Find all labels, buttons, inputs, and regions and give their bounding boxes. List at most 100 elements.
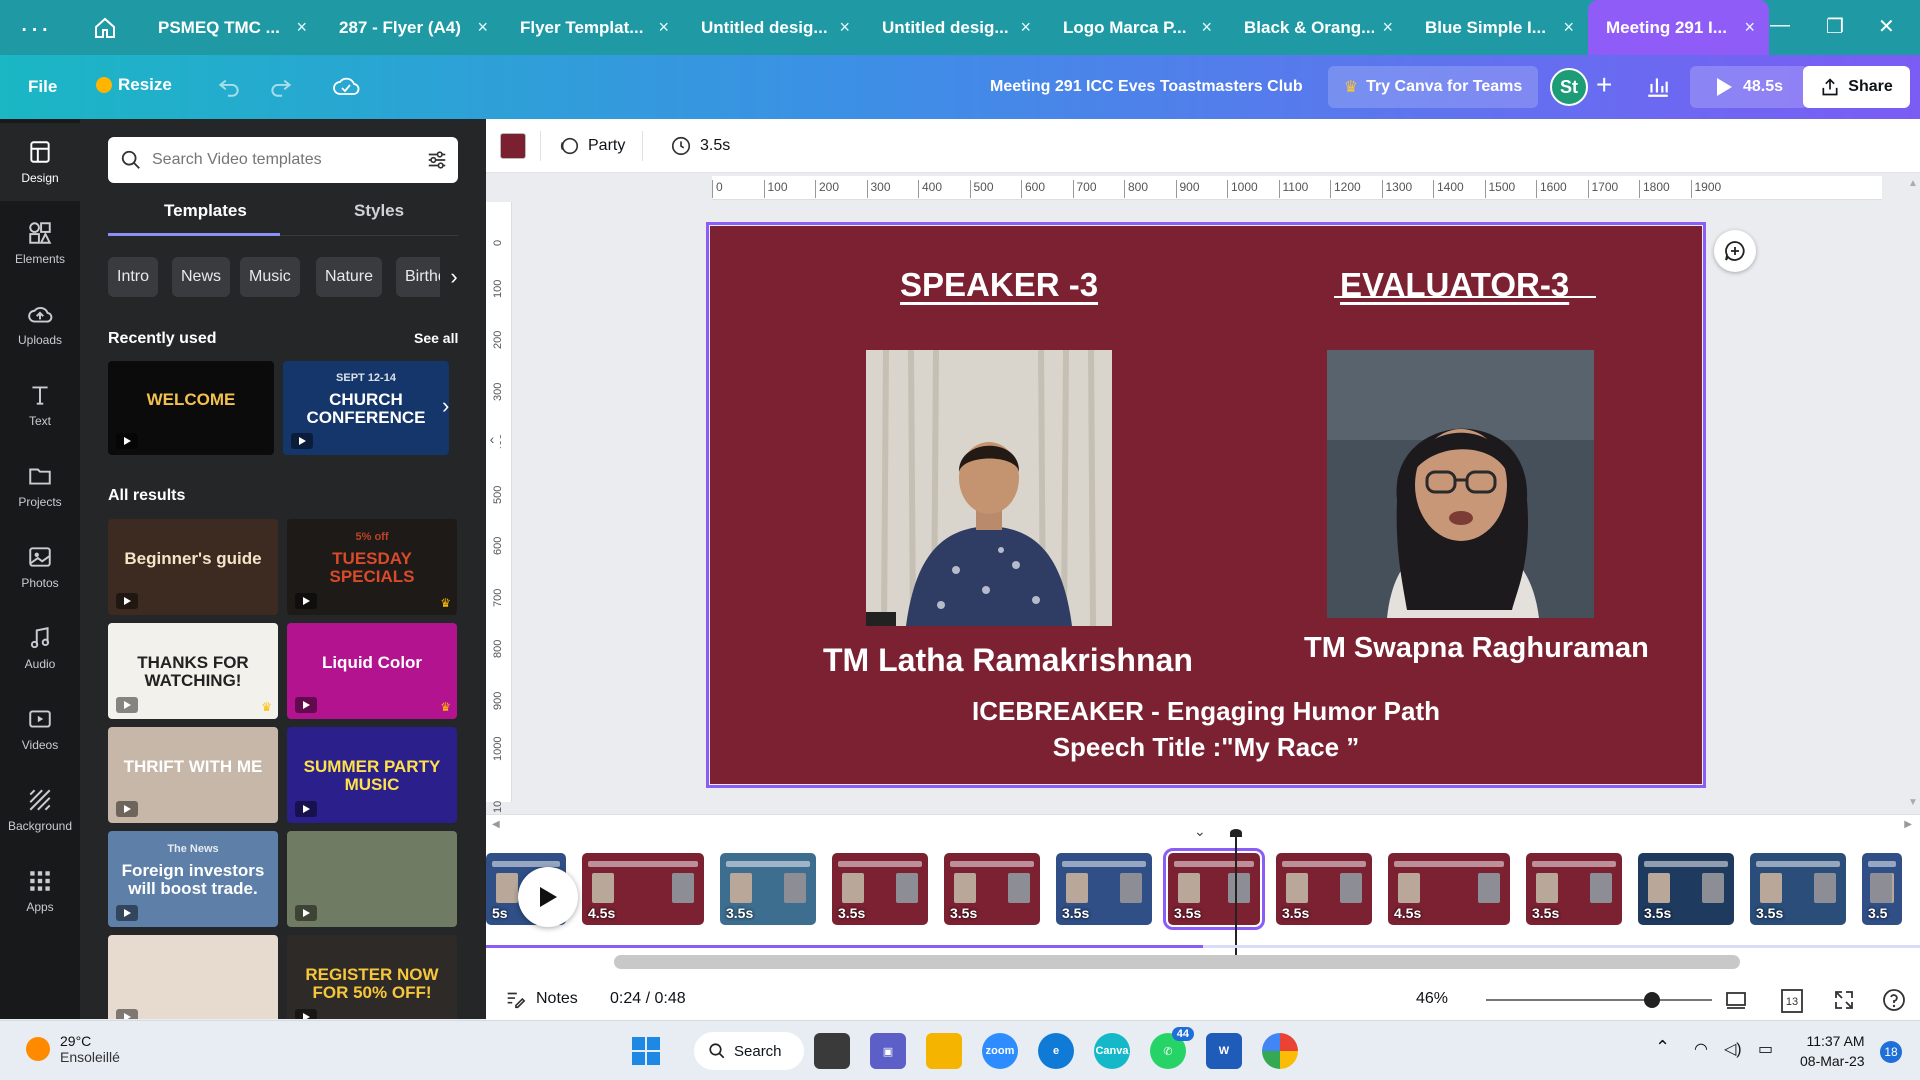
share-button[interactable]: Share	[1803, 66, 1910, 108]
page-frame[interactable]: 3.5s	[832, 853, 928, 925]
rail-item-design[interactable]: Design	[0, 123, 80, 201]
vertical-scrollbar[interactable]: ▲ ▼	[1906, 178, 1920, 808]
page-frame[interactable]: 4.5s	[1388, 853, 1510, 925]
category-chip[interactable]: Intro	[108, 257, 159, 297]
browser-tab[interactable]: Meeting 291 I... ×	[1588, 0, 1769, 55]
template-thumbnail[interactable]: THANKS FOR WATCHING! ♛	[108, 623, 278, 719]
rail-item-photos[interactable]: Photos	[0, 528, 80, 606]
rail-item-projects[interactable]: Projects	[0, 447, 80, 525]
close-tab-icon[interactable]: ×	[1382, 17, 1393, 38]
category-chip[interactable]: Nature	[316, 257, 383, 297]
document-title[interactable]: Meeting 291 ICC Eves Toastmasters Club	[990, 78, 1303, 96]
duration-button[interactable]: 3.5s	[670, 135, 730, 157]
template-thumbnail[interactable]: REGISTER NOW FOR 50% OFF!	[287, 935, 457, 1019]
page-frame[interactable]: 3.5s	[1056, 853, 1152, 925]
rail-item-elements[interactable]: Elements	[0, 204, 80, 282]
help-icon[interactable]	[1882, 988, 1906, 1017]
evaluator-name[interactable]: TM Swapna Raghuraman	[1304, 632, 1649, 665]
rail-item-text[interactable]: Text	[0, 366, 80, 444]
wifi-icon[interactable]: ◠	[1694, 1039, 1708, 1059]
see-all-link[interactable]: See all	[414, 330, 458, 346]
redo-icon[interactable]	[268, 73, 294, 104]
notifications-badge[interactable]: 18	[1880, 1041, 1902, 1063]
rail-item-uploads[interactable]: Uploads	[0, 285, 80, 363]
close-tab-icon[interactable]: ×	[839, 17, 850, 38]
weather-widget[interactable]: 29°C Ensoleillé	[26, 1033, 120, 1065]
try-teams-button[interactable]: ♛ Try Canva for Teams	[1328, 66, 1538, 108]
chips-next-icon[interactable]: ›	[440, 257, 468, 297]
page-frame[interactable]: 3.5s	[1276, 853, 1372, 925]
zoom-slider-handle[interactable]	[1644, 992, 1661, 1008]
template-thumbnail[interactable]: Beginner's guide	[108, 519, 278, 615]
start-icon[interactable]	[628, 1033, 664, 1069]
page-frame[interactable]: 3.5	[1862, 853, 1902, 925]
taskbar-search[interactable]: Search	[694, 1032, 804, 1070]
speaker-name[interactable]: TM Latha Ramakrishnan	[823, 642, 1193, 679]
recent-thumbnail[interactable]: WELCOME	[108, 361, 274, 455]
word-app-icon[interactable]: W	[1206, 1033, 1242, 1069]
close-tab-icon[interactable]: ×	[1563, 17, 1574, 38]
collapse-panel-icon[interactable]: ‹	[486, 404, 500, 474]
filter-icon[interactable]	[426, 149, 448, 171]
browser-tab[interactable]: 287 - Flyer (A4) ×	[321, 0, 502, 55]
notes-button[interactable]: Notes	[504, 988, 578, 1010]
canva-app-icon[interactable]: Canva	[1094, 1033, 1130, 1069]
collapse-timeline-icon[interactable]: ⌄	[1194, 823, 1206, 840]
add-collaborator-icon[interactable]: +	[1596, 69, 1612, 101]
tray-chevron-icon[interactable]: ⌃	[1655, 1037, 1670, 1058]
template-thumbnail[interactable]: THRIFT WITH ME	[108, 727, 278, 823]
present-button[interactable]: 48.5s	[1690, 66, 1808, 108]
whatsapp-icon[interactable]: ✆ 44	[1150, 1027, 1194, 1069]
fullscreen-icon[interactable]	[1832, 988, 1856, 1017]
recent-next-icon[interactable]: ›	[442, 393, 449, 419]
insights-icon[interactable]	[1645, 73, 1671, 104]
tab-templates[interactable]: Templates	[164, 201, 247, 221]
rail-item-background[interactable]: Background	[0, 771, 80, 849]
scroll-up-icon[interactable]: ▲	[1908, 178, 1918, 189]
page-frame[interactable]: 3.5s	[1750, 853, 1846, 925]
scroll-right-icon[interactable]: ▶	[1904, 819, 1912, 830]
background-color-swatch[interactable]	[500, 133, 526, 159]
template-thumbnail[interactable]: SUMMER PARTY MUSIC	[287, 727, 457, 823]
page-frame[interactable]: 3.5s	[1526, 853, 1622, 925]
scroll-down-icon[interactable]: ▼	[1908, 797, 1918, 808]
template-thumbnail[interactable]: 5% off TUESDAY SPECIALS ♛	[287, 519, 457, 615]
edge-browser-icon[interactable]: e	[1038, 1033, 1074, 1069]
battery-icon[interactable]: ▭	[1758, 1039, 1773, 1059]
evaluator-heading[interactable]: EVALUATOR-3	[1340, 266, 1569, 304]
close-tab-icon[interactable]: ×	[1201, 17, 1212, 38]
page-frame[interactable]: 4.5s	[582, 853, 704, 925]
recent-thumbnail[interactable]: SEPT 12-14 CHURCH CONFERENCE	[283, 361, 449, 455]
template-thumbnail[interactable]: Liquid Color ♛	[287, 623, 457, 719]
home-icon[interactable]	[70, 16, 140, 40]
close-tab-icon[interactable]: ×	[477, 17, 488, 38]
add-comment-button[interactable]	[1714, 230, 1756, 272]
zoom-slider[interactable]	[1486, 999, 1712, 1001]
resize-button[interactable]: Resize	[96, 75, 172, 95]
minimize-icon[interactable]: —	[1770, 14, 1790, 37]
close-tab-icon[interactable]: ×	[658, 17, 669, 38]
rail-item-apps[interactable]: Apps	[0, 852, 80, 930]
tab-styles[interactable]: Styles	[354, 201, 404, 221]
timeline-play-button[interactable]	[518, 867, 578, 927]
slide-canvas[interactable]: SPEAKER -3 EVALUATOR-3 TM Latha Ramakris…	[706, 222, 1706, 788]
template-thumbnail[interactable]	[287, 831, 457, 927]
page-frame[interactable]: 3.5s	[720, 853, 816, 925]
browser-tab[interactable]: Untitled desig... ×	[683, 0, 864, 55]
zoom-app-icon[interactable]: zoom	[982, 1033, 1018, 1069]
playback-progress[interactable]	[486, 945, 1920, 948]
browser-tab[interactable]: Logo Marca P... ×	[1045, 0, 1226, 55]
undo-icon[interactable]	[216, 73, 242, 104]
template-thumbnail[interactable]	[108, 935, 278, 1019]
teams-chat-icon[interactable]: ▣	[870, 1033, 906, 1069]
browser-menu-icon[interactable]: ···	[0, 13, 70, 41]
template-search[interactable]	[108, 137, 458, 183]
browser-tab[interactable]: Blue Simple I... ×	[1407, 0, 1588, 55]
zoom-percentage[interactable]: 46%	[1416, 990, 1448, 1008]
file-explorer-icon[interactable]	[926, 1033, 962, 1069]
file-menu-button[interactable]: File	[28, 77, 57, 97]
pages-count-icon[interactable]: 13	[1778, 988, 1806, 1019]
speaker-heading[interactable]: SPEAKER -3	[900, 266, 1098, 304]
cloud-saved-icon[interactable]	[332, 73, 360, 104]
template-thumbnail[interactable]: The News Foreign investors will boost tra…	[108, 831, 278, 927]
